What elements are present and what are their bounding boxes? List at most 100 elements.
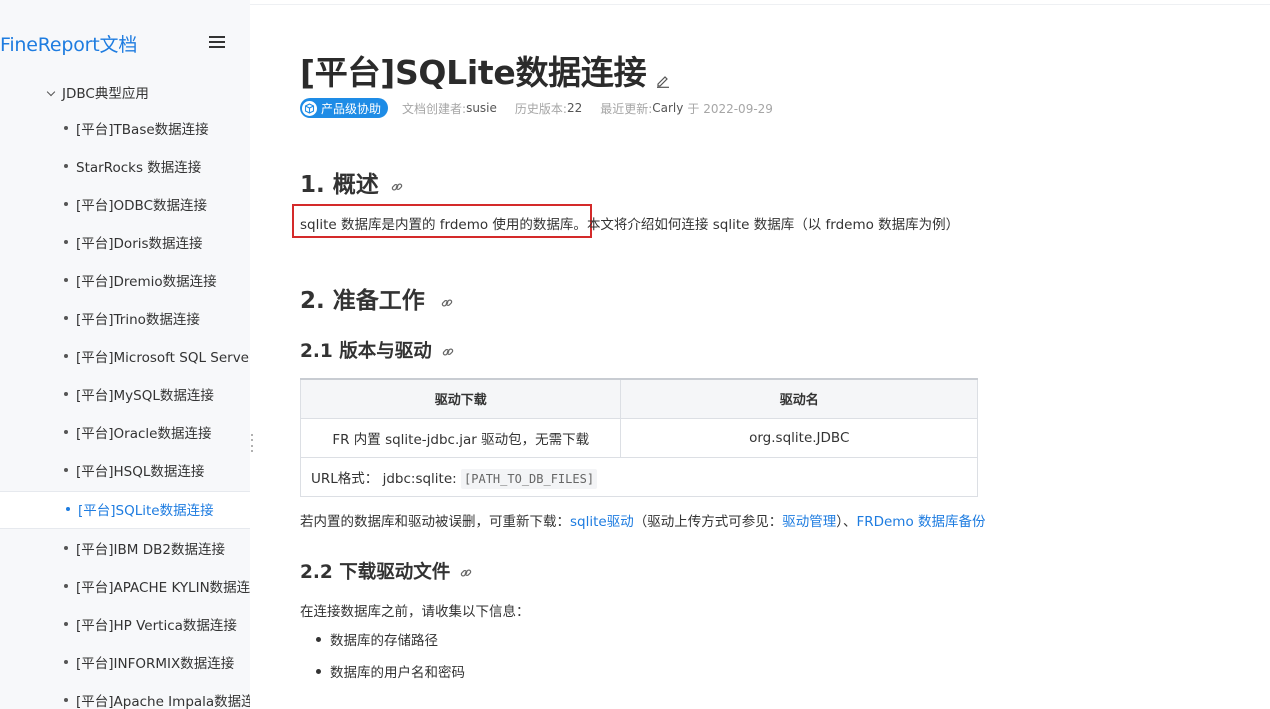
sidebar-item-vertica[interactable]: [平台]HP Vertica数据连接	[0, 607, 250, 645]
sidebar: FineReport文档 JDBC典型应用 [平台]TBase数据连接 Star…	[0, 0, 250, 709]
updated-label: 最近更新:	[600, 101, 653, 116]
subsection-heading-version-driver: 2.1 版本与驱动	[300, 337, 454, 363]
sidebar-item-label: [平台]SQLite数据连接	[78, 503, 214, 519]
anchor-link-icon[interactable]	[460, 563, 472, 584]
creator-label: 文档创建者:	[402, 101, 467, 116]
table-header-row: 驱动下载 驱动名	[299, 378, 978, 419]
page-title: [平台]SQLite数据连接	[300, 46, 670, 96]
list-item: 数据库的存储路径	[316, 628, 465, 660]
table-header-cell: 驱动名	[620, 378, 978, 419]
sidebar-item-sqlserver[interactable]: [平台]Microsoft SQL Server数据连接	[0, 339, 250, 377]
sidebar-item-label: [平台]Microsoft SQL Server数据连接	[76, 350, 250, 366]
sidebar-item-impala[interactable]: [平台]Apache Impala数据连接	[0, 683, 250, 709]
bullet-icon	[64, 622, 68, 626]
sidebar-item-label: [平台]APACHE KYLIN数据连接	[76, 580, 250, 596]
table-cell-driver-name: org.sqlite.JDBC	[620, 417, 978, 458]
heading-text: 1. 概述	[300, 172, 379, 198]
edit-pencil-icon[interactable]	[656, 57, 670, 96]
sidebar-item-starrocks[interactable]: StarRocks 数据连接	[0, 149, 250, 187]
sidebar-group-jdbc[interactable]: JDBC典型应用	[46, 82, 149, 102]
overview-rest: 本文将介绍如何连接 sqlite 数据库（以 frdemo 数据库为例）	[586, 217, 960, 233]
sidebar-item-oracle[interactable]: [平台]Oracle数据连接	[0, 415, 250, 453]
bullet-icon	[316, 636, 321, 642]
sidebar-item-sqlite[interactable]: [平台]SQLite数据连接	[0, 491, 250, 529]
list-item-text: 数据库的用户名和密码	[330, 665, 465, 681]
bullet-icon	[64, 164, 68, 168]
bullet-icon	[64, 278, 68, 282]
sidebar-item-db2[interactable]: [平台]IBM DB2数据连接	[0, 531, 250, 569]
table-cell-url-format: URL格式： jdbc:sqlite: [PATH_TO_DB_FILES]	[300, 456, 978, 497]
hamburger-menu-icon[interactable]	[209, 36, 225, 50]
bullet-icon	[316, 668, 321, 674]
sidebar-item-informix[interactable]: [平台]INFORMIX数据连接	[0, 645, 250, 683]
sidebar-item-label: [平台]IBM DB2数据连接	[76, 542, 225, 558]
sidebar-item-mysql[interactable]: [平台]MySQL数据连接	[0, 377, 250, 415]
bullet-icon	[64, 354, 68, 358]
anchor-link-icon[interactable]	[441, 289, 453, 315]
sidebar-item-dremio[interactable]: [平台]Dremio数据连接	[0, 263, 250, 301]
table-row: FR 内置 sqlite-jdbc.jar 驱动包，无需下载 org.sqlit…	[299, 417, 978, 458]
driver-management-link[interactable]: 驱动管理	[782, 514, 836, 530]
note-text: 若内置的数据库和驱动被误删，可重新下载：	[300, 514, 570, 530]
bullet-icon	[66, 507, 70, 511]
badge-label: 产品级协助	[321, 101, 382, 116]
note-text: ）、	[836, 514, 857, 530]
sidebar-item-label: [平台]Trino数据连接	[76, 312, 200, 328]
note-text: （驱动上传方式可参见：	[633, 514, 783, 530]
list-item: 数据库的用户名和密码	[316, 660, 465, 692]
bullet-icon	[64, 126, 68, 130]
product-support-badge[interactable]: 产品级协助	[300, 98, 389, 118]
history-label: 历史版本:	[514, 101, 567, 116]
driver-table: 驱动下载 驱动名 FR 内置 sqlite-jdbc.jar 驱动包，无需下载 …	[299, 378, 978, 497]
sidebar-item-trino[interactable]: [平台]Trino数据连接	[0, 301, 250, 339]
page-meta: 产品级协助 文档创建者: susie 历史版本: 22 最近更新: Carly …	[300, 98, 773, 118]
bullet-icon	[64, 584, 68, 588]
subsection-heading-download-driver: 2.2 下载驱动文件	[300, 558, 472, 584]
sqlite-driver-link[interactable]: sqlite驱动	[570, 514, 634, 530]
sidebar-item-label: [平台]MySQL数据连接	[76, 388, 214, 404]
sidebar-item-hsql[interactable]: [平台]HSQL数据连接	[0, 453, 250, 491]
bullet-icon	[64, 392, 68, 396]
sidebar-item-label: [平台]Dremio数据连接	[76, 274, 217, 290]
bullet-icon	[64, 660, 68, 664]
anchor-link-icon[interactable]	[442, 342, 454, 363]
updated-by: Carly	[652, 101, 684, 115]
section-heading-preparation: 2. 准备工作	[300, 281, 453, 315]
sidebar-item-doris[interactable]: [平台]Doris数据连接	[0, 225, 250, 263]
creator-value: susie	[466, 101, 497, 115]
bullet-icon	[64, 240, 68, 244]
sidebar-resize-handle[interactable]	[251, 434, 254, 452]
url-code: [PATH_TO_DB_FILES]	[461, 468, 598, 489]
sidebar-item-label: [平台]Oracle数据连接	[76, 426, 212, 442]
brand-logo[interactable]: FineReport文档	[0, 30, 137, 57]
sidebar-item-label: [平台]TBase数据连接	[76, 122, 209, 138]
sidebar-item-label: [平台]ODBC数据连接	[76, 198, 208, 214]
sidebar-item-label: [平台]HSQL数据连接	[76, 464, 205, 480]
bullet-icon	[64, 546, 68, 550]
chevron-down-icon	[46, 87, 56, 97]
collect-info-intro: 在连接数据库之前，请收集以下信息：	[300, 604, 530, 620]
bullet-icon	[64, 316, 68, 320]
sidebar-item-odbc[interactable]: [平台]ODBC数据连接	[0, 187, 250, 225]
url-prefix: jdbc:sqlite:	[382, 470, 457, 487]
highlighted-sentence: sqlite 数据库是内置的 frdemo 使用的数据库。	[300, 217, 587, 233]
sidebar-item-label: StarRocks 数据连接	[76, 160, 202, 176]
bullet-icon	[64, 430, 68, 434]
section-heading-overview: 1. 概述	[300, 165, 403, 199]
anchor-link-icon[interactable]	[391, 173, 403, 199]
updated-date: 于 2022-09-29	[687, 101, 773, 116]
sidebar-item-label: [平台]Apache Impala数据连接	[76, 694, 250, 709]
sidebar-item-tbase[interactable]: [平台]TBase数据连接	[0, 111, 250, 149]
heading-text: 2. 准备工作	[300, 288, 425, 314]
url-label: URL格式：	[311, 470, 379, 487]
driver-note: 若内置的数据库和驱动被误删，可重新下载：sqlite驱动（驱动上传方式可参见：驱…	[300, 510, 986, 530]
sidebar-item-kylin[interactable]: [平台]APACHE KYLIN数据连接	[0, 569, 250, 607]
bullet-icon	[64, 468, 68, 472]
history-value[interactable]: 22	[567, 101, 582, 115]
bullet-icon	[64, 698, 68, 702]
table-cell-driver-download: FR 内置 sqlite-jdbc.jar 驱动包，无需下载	[299, 417, 622, 458]
heading-text: 2.1 版本与驱动	[300, 341, 432, 362]
frdemo-backup-link[interactable]: FRDemo 数据库备份	[856, 514, 985, 530]
info-list: 数据库的存储路径 数据库的用户名和密码	[316, 628, 465, 692]
bullet-icon	[64, 202, 68, 206]
